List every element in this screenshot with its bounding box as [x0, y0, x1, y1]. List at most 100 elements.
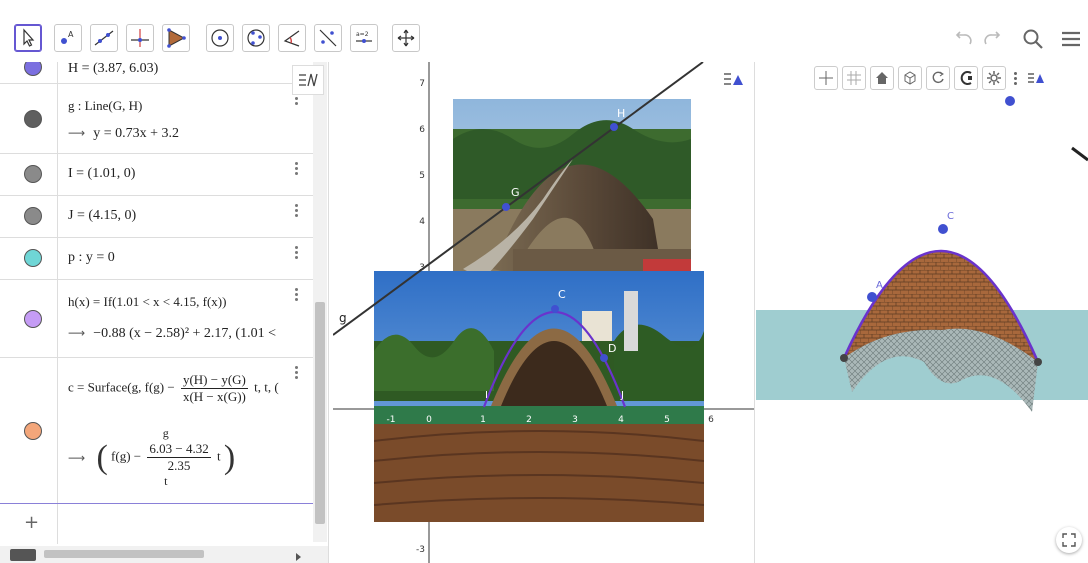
visibility-toggle[interactable] — [24, 62, 42, 76]
marble-column — [0, 196, 58, 237]
marble-column — [0, 358, 58, 503]
algebra-row-J[interactable]: J = (4.15, 0) — [0, 196, 313, 238]
algebra-row-value: ⟶ ( g f(g) − 6.03 − 4.32 2.35 t t ) — [68, 426, 297, 489]
algebra-row-text[interactable]: I = (1.01, 0) — [68, 166, 297, 182]
fullscreen-button[interactable] — [1056, 527, 1082, 553]
vector-frac-den: 2.35 — [167, 458, 191, 473]
graphics-view[interactable]: 7 6 5 4 3 2 1 0 -1 -2 -3 — [333, 62, 755, 563]
undo-button[interactable] — [950, 26, 976, 52]
algebra-row-c[interactable]: c = Surface(g, f(g) − y(H) − y(G) x(H − x… — [0, 358, 313, 504]
visibility-toggle[interactable] — [24, 422, 42, 440]
point-3d-I[interactable] — [840, 354, 848, 362]
point-3d-H[interactable] — [1005, 96, 1015, 106]
algebra-row-value: y = 0.73x + 3.2 — [93, 126, 179, 141]
visibility-toggle[interactable] — [24, 207, 42, 225]
style-bar-icon — [724, 73, 743, 85]
vector-bottom: t — [164, 474, 168, 488]
conic-tool-button[interactable] — [242, 24, 270, 52]
algebra-row-text[interactable]: p : y = 0 — [68, 250, 297, 266]
point-3d-C-label: C — [947, 211, 954, 222]
move-tool-button[interactable] — [14, 24, 42, 52]
scroll-right-icon[interactable] — [296, 553, 301, 561]
menu-icon — [1062, 31, 1080, 47]
reflect-tool-button[interactable] — [314, 24, 342, 52]
search-icon — [1023, 29, 1043, 49]
algebra-vertical-scrollbar[interactable] — [313, 62, 327, 542]
stadium-photo-top-image — [453, 99, 691, 281]
algebra-style-button[interactable] — [292, 65, 324, 95]
redo-icon — [984, 31, 1001, 45]
stadium-photo-bottom-image — [374, 271, 704, 522]
stadium-photo-top[interactable] — [453, 99, 691, 281]
point-3d-A[interactable] — [867, 292, 877, 302]
output-arrow-icon: ⟶ — [68, 450, 86, 465]
redo-button[interactable] — [980, 26, 1006, 52]
perpendicular-tool-button[interactable] — [126, 24, 154, 52]
algebra-row-value: −0.88 (x − 2.58)² + 2.17, (1.01 < — [93, 326, 276, 341]
algebra-horizontal-scrollbar[interactable] — [0, 546, 328, 563]
visibility-toggle[interactable] — [24, 249, 42, 267]
algebra-row-definition[interactable]: c = Surface(g, f(g) − y(H) − y(G) x(H − x… — [68, 372, 313, 405]
algebra-row-text[interactable]: H = (3.87, 6.03) — [68, 62, 297, 77]
row-menu-button[interactable] — [295, 246, 299, 261]
vector-mid-suffix: t — [216, 448, 221, 464]
fullscreen-icon — [1062, 533, 1076, 547]
scrollbar-thumb[interactable] — [315, 302, 325, 524]
algebra-row-text[interactable]: J = (4.15, 0) — [68, 208, 297, 224]
perpendicular-tool-icon — [131, 29, 149, 47]
algebra-row-H[interactable]: H = (3.87, 6.03) — [0, 62, 313, 84]
y-tick-label: -3 — [416, 545, 425, 555]
marble-column — [0, 238, 58, 279]
polygon-tool-button[interactable] — [162, 24, 190, 52]
vector-value: g f(g) − 6.03 − 4.32 2.35 t t — [111, 426, 221, 489]
slider-tool-button[interactable]: a=2 — [350, 24, 378, 52]
y-tick-label: 4 — [419, 217, 425, 227]
style-bar-icon — [299, 73, 318, 87]
visibility-toggle[interactable] — [24, 110, 42, 128]
algebra-row-I[interactable]: I = (1.01, 0) — [0, 154, 313, 196]
search-button[interactable] — [1020, 26, 1046, 52]
row-menu-button[interactable] — [295, 204, 299, 219]
visibility-toggle[interactable] — [24, 310, 42, 328]
point-tool-button[interactable]: A — [54, 24, 82, 52]
algebra-input-row[interactable]: + — [0, 504, 313, 544]
algebra-row-definition[interactable]: g : Line(G, H) — [68, 98, 297, 114]
surface-fraction: y(H) − y(G) x(H − x(G)) — [180, 372, 248, 405]
point-3d-J[interactable] — [1034, 358, 1042, 366]
slider-tool-icon: a=2 — [356, 31, 372, 43]
surface-def-suffix: t, t, ( — [254, 379, 279, 395]
y-tick-label: 5 — [419, 171, 425, 181]
menu-button[interactable] — [1058, 26, 1084, 52]
point-3d-A-label: A — [876, 280, 883, 291]
y-tick-label: 6 — [419, 125, 425, 135]
algebra-row-p[interactable]: p : y = 0 — [0, 238, 313, 280]
marble-column — [0, 280, 58, 357]
row-menu-button[interactable] — [295, 162, 299, 177]
graphics-style-button[interactable] — [719, 66, 749, 92]
algebra-row-h[interactable]: h(x) = If(1.01 < x < 4.15, f(x)) ⟶ −0.88 … — [0, 280, 313, 358]
vector-top: g — [162, 426, 169, 440]
visibility-toggle[interactable] — [24, 165, 42, 183]
geogebra-app: A a=2 H = (3.87, 6.03) g: Line(G, H) ⟶ … — [0, 0, 1088, 563]
line-tool-button[interactable] — [90, 24, 118, 52]
scrollbar-thumb[interactable] — [44, 550, 204, 558]
algebra-row-definition[interactable]: h(x) = If(1.01 < x < 4.15, f(x)) — [68, 294, 297, 310]
algebra-view: H = (3.87, 6.03) g : Line(G, H) ⟶ y = 0.7… — [0, 62, 329, 563]
point-3d-C[interactable] — [938, 224, 948, 234]
graphics-3d-view[interactable]: C A — [756, 62, 1088, 563]
keyboard-icon[interactable] — [10, 549, 36, 561]
row-menu-button[interactable] — [295, 288, 299, 303]
row-menu-button[interactable] — [295, 366, 299, 381]
add-input-icon[interactable]: + — [24, 512, 39, 533]
angle-tool-icon — [283, 30, 300, 47]
algebra-row-g[interactable]: g : Line(G, H) ⟶ y = 0.73x + 3.2 — [0, 84, 313, 154]
conic-tool-icon — [247, 29, 265, 47]
move-graphics-tool-button[interactable] — [392, 24, 420, 52]
angle-tool-button[interactable] — [278, 24, 306, 52]
circle-tool-button[interactable] — [206, 24, 234, 52]
output-arrow-icon: ⟶ — [68, 126, 86, 140]
surface-frac-num: y(H) − y(G) — [180, 372, 248, 389]
paren-close: ) — [223, 438, 236, 476]
marble-column — [0, 62, 58, 83]
stadium-photo-bottom[interactable] — [374, 271, 704, 522]
